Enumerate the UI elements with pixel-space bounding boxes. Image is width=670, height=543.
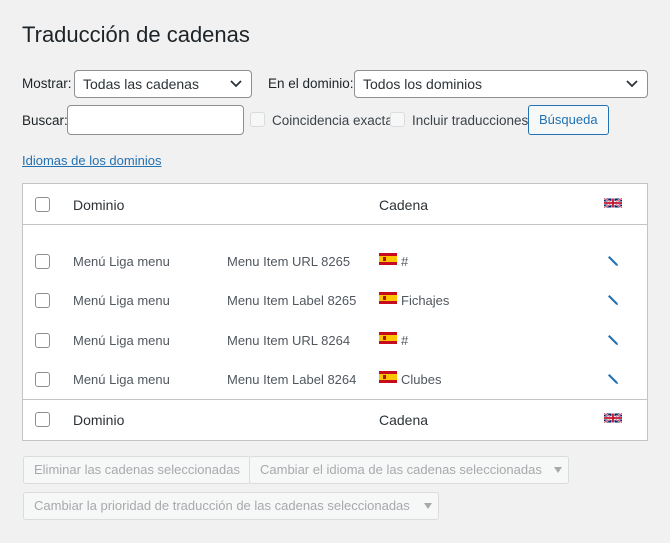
column-footer-domain[interactable]: Dominio [73,412,124,428]
show-select-value: Todas las cadenas [83,76,199,92]
row-value: # [401,254,409,269]
row-value: # [401,333,409,348]
chevron-down-icon [554,467,562,473]
change-language-select[interactable]: Cambiar el idioma de las cadenas selecci… [249,456,569,484]
search-input[interactable] [67,105,244,135]
row-checkbox[interactable] [35,254,50,269]
search-button[interactable]: Búsqueda [528,105,609,135]
row-domain: Menú Liga menu [73,333,170,348]
uk-flag-icon [604,197,622,209]
chevron-down-icon [424,503,432,509]
column-header-domain[interactable]: Dominio [73,197,124,213]
es-flag-icon [379,371,397,383]
edit-pencil-icon[interactable] [607,294,619,306]
row-value: Clubes [401,372,442,387]
select-all-footer-checkbox[interactable] [35,412,50,427]
row-value: Fichajes [401,293,450,308]
uk-flag-icon [604,412,622,424]
row-checkbox[interactable] [35,293,50,308]
chevron-down-icon [230,80,242,88]
row-domain: Menú Liga menu [73,293,170,308]
exact-match-checkbox[interactable] [250,112,265,127]
show-label: Mostrar: [22,76,72,91]
es-flag-icon [379,332,397,344]
domain-select[interactable]: Todos los dominios [354,70,648,98]
domain-label: En el dominio: [268,76,354,91]
delete-selected-button[interactable]: Eliminar las cadenas seleccionadas [23,456,251,484]
show-select[interactable]: Todas las cadenas [74,70,252,98]
es-flag-icon [379,253,397,265]
column-header-string[interactable]: Cadena [379,197,428,213]
domain-select-value: Todos los dominios [363,76,483,92]
row-domain: Menú Liga menu [73,372,170,387]
edit-pencil-icon[interactable] [607,373,619,385]
row-checkbox[interactable] [35,372,50,387]
row-checkbox[interactable] [35,333,50,348]
include-translations-checkbox[interactable] [390,112,405,127]
search-label: Buscar: [22,113,68,128]
edit-pencil-icon[interactable] [607,334,619,346]
row-name: Menu Item Label 8265 [227,293,357,308]
change-language-label: Cambiar el idioma de las cadenas selecci… [260,462,542,477]
change-priority-select[interactable]: Cambiar la prioridad de traducción de la… [23,492,439,520]
strings-table: Dominio Cadena Menú Liga menu Menu Item … [22,183,648,441]
header-divider [23,224,647,225]
select-all-checkbox[interactable] [35,197,50,212]
domain-languages-link[interactable]: Idiomas de los dominios [22,153,161,168]
column-footer-string[interactable]: Cadena [379,412,428,428]
es-flag-icon [379,292,397,304]
include-translations-label: Incluir traducciones [412,113,529,128]
chevron-down-icon [626,80,638,88]
change-priority-label: Cambiar la prioridad de traducción de la… [34,498,410,513]
exact-match-label: Coincidencia exacta [272,113,393,128]
row-name: Menu Item URL 8265 [227,254,351,269]
row-name: Menu Item Label 8264 [227,372,357,387]
edit-pencil-icon[interactable] [607,255,619,267]
footer-divider [23,399,647,400]
row-domain: Menú Liga menu [73,254,170,269]
row-name: Menu Item URL 8264 [227,333,351,348]
page-title: Traducción de cadenas [22,22,250,47]
